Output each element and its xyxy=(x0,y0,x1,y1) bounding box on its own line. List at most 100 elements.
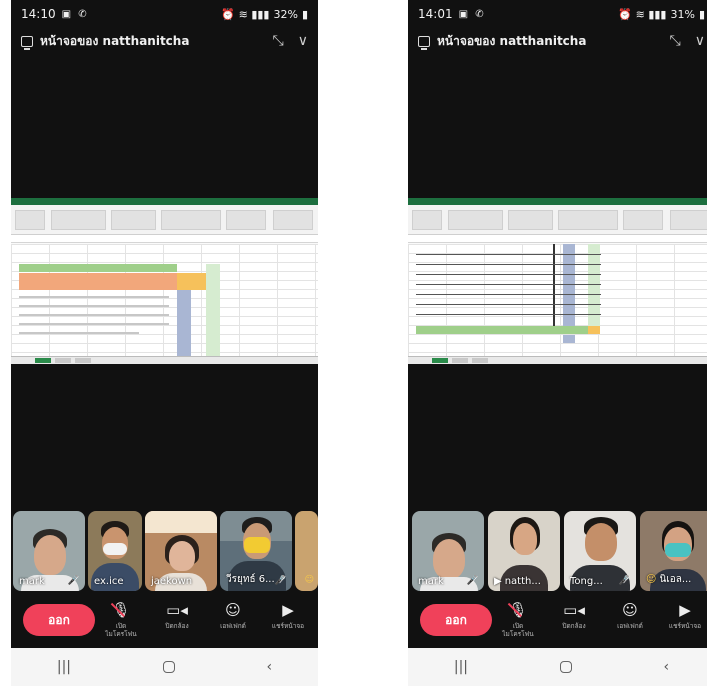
participant-name: Tong... xyxy=(570,576,603,587)
share-screen-icon: ▶ xyxy=(679,601,691,619)
minimize-icon[interactable]: ⤡ xyxy=(273,33,284,49)
video-toggle-button[interactable]: ▭◂ ปิดกล้อง xyxy=(545,600,603,630)
participant-tile[interactable]: jaekown xyxy=(145,511,217,591)
phone-screen-right: 14:01 ▣ ✆ ⏰ ≋ ▮▮▮ 31% ▮ หน้าจอของ nattha… xyxy=(408,0,707,686)
effects-button[interactable]: ☺ เอฟเฟกต์ xyxy=(204,600,262,630)
participant-name: ex.ice xyxy=(94,576,124,587)
mic-label: เปิด ไมโครโฟน xyxy=(502,622,534,638)
participant-tile[interactable]: ex.ice xyxy=(88,511,142,591)
recent-apps-icon[interactable]: ||| xyxy=(454,659,468,675)
video-camera-icon: ▭◂ xyxy=(563,601,585,619)
mic-muted-icon: 🎤̸ xyxy=(274,576,286,586)
participant-name: วีรยุทธ์ 6... xyxy=(226,574,275,585)
participant-tile[interactable]: Tong... 🎤̸ xyxy=(564,511,636,591)
participant-tile-partial[interactable]: ☺ xyxy=(295,511,318,591)
participant-tile[interactable]: ▶ natth... xyxy=(488,511,560,591)
leave-call-button[interactable]: ออก xyxy=(23,604,95,636)
share-screen-icon: ▶ xyxy=(282,601,294,619)
recent-apps-icon[interactable]: ||| xyxy=(57,659,71,675)
mic-toggle-button[interactable]: 🎙 เปิด ไมโครโฟน xyxy=(92,600,150,638)
screen-share-icon xyxy=(418,35,430,50)
back-icon[interactable]: ‹ xyxy=(266,659,272,675)
call-controls: ออก 🎙 เปิด ไมโครโฟน ▭◂ ปิดกล้อง ☺ เอฟเฟก… xyxy=(408,600,707,644)
participant-name: นิเอล... xyxy=(659,574,692,585)
mic-toggle-button[interactable]: 🎙 เปิด ไมโครโฟน xyxy=(489,600,547,638)
screen-share-title: หน้าจอของ natthanitcha xyxy=(40,33,190,48)
participant-name: mark xyxy=(19,576,45,587)
participant-strip: mark 🎤̸ ex.ice jaekown วีรยุทธ์ 6... 🎤̸ … xyxy=(11,511,318,591)
leave-call-button[interactable]: ออก xyxy=(420,604,492,636)
sheet-tabs[interactable] xyxy=(408,356,707,364)
call-controls: ออก 🎙 เปิด ไมโครโฟน ▭◂ ปิดกล้อง ☺ เอฟเฟก… xyxy=(11,600,318,644)
android-nav-bar: ||| ‹ xyxy=(408,648,707,686)
back-icon[interactable]: ‹ xyxy=(663,659,669,675)
formula-bar xyxy=(408,235,707,243)
emoji-reaction-icon: ☺ xyxy=(646,574,657,585)
screen-sharing-icon: ▶ xyxy=(494,576,502,587)
android-nav-bar: ||| ‹ xyxy=(11,648,318,686)
participant-name: mark xyxy=(418,576,444,587)
status-bar: 14:10 ▣ ✆ ⏰ ≋ ▮▮▮ 32% ▮ xyxy=(11,0,318,28)
battery-icon: ▮ xyxy=(698,7,705,21)
home-icon[interactable] xyxy=(162,661,175,673)
screen-share-title: หน้าจอของ natthanitcha xyxy=(437,33,587,48)
participant-name: jaekown xyxy=(151,576,193,587)
status-right: ⏰ ≋ ▮▮▮ 32% ▮ xyxy=(221,8,308,21)
mic-label: เปิด ไมโครโฟน xyxy=(105,622,137,638)
video-toggle-button[interactable]: ▭◂ ปิดกล้อง xyxy=(148,600,206,630)
mic-muted-icon: 🎤̸ xyxy=(618,576,630,586)
status-time: 14:10 xyxy=(21,7,56,21)
effects-label: เอฟเฟกต์ xyxy=(617,622,643,630)
share-label: แชร์หน้าจอ xyxy=(271,622,305,630)
sheet-grid xyxy=(408,244,707,356)
participant-tile[interactable]: mark 🎤̸ xyxy=(412,511,484,591)
screen-share-title-bar: หน้าจอของ natthanitcha ⤡ ∨ xyxy=(408,28,707,54)
excel-ribbon xyxy=(408,205,707,235)
mic-off-icon: 🎙 xyxy=(111,601,131,619)
mic-muted-icon: 🎤̸ xyxy=(466,576,478,586)
status-right: ⏰ ≋ ▮▮▮ 31% ▮ xyxy=(618,8,705,21)
signal-icon: ⏰ ≋ ▮▮▮ xyxy=(618,7,667,21)
excel-tabs xyxy=(408,198,707,205)
sheet-tabs[interactable] xyxy=(11,356,318,364)
share-screen-button[interactable]: ▶ แชร์หน้าจอ xyxy=(259,600,317,630)
chevron-down-icon[interactable]: ∨ xyxy=(695,33,705,49)
battery-percent: 31% xyxy=(670,7,695,21)
shared-spreadsheet[interactable] xyxy=(11,198,318,364)
share-screen-button[interactable]: ▶ แชร์หน้าจอ xyxy=(656,600,707,630)
signal-icon: ⏰ ≋ ▮▮▮ xyxy=(221,7,270,21)
mic-muted-icon: 🎤̸ xyxy=(67,576,79,586)
home-icon[interactable] xyxy=(559,661,572,673)
mic-off-icon: 🎙 xyxy=(508,601,528,619)
participant-tile[interactable]: ☺ นิเอล... xyxy=(640,511,707,591)
share-label: แชร์หน้าจอ xyxy=(668,622,702,630)
effects-button[interactable]: ☺ เอฟเฟกต์ xyxy=(601,600,659,630)
smiley-icon: ☺ xyxy=(225,601,241,619)
participant-tile[interactable]: วีรยุทธ์ 6... 🎤̸ xyxy=(220,511,292,591)
notification-icons: ▣ ✆ xyxy=(61,8,89,20)
video-label: ปิดกล้อง xyxy=(562,622,586,630)
screen-share-title-bar: หน้าจอของ natthanitcha ⤡ ∨ xyxy=(11,28,318,54)
emoji-reaction-icon: ☺ xyxy=(304,575,314,585)
participant-tile[interactable]: mark 🎤̸ xyxy=(13,511,85,591)
phone-screen-left: 14:10 ▣ ✆ ⏰ ≋ ▮▮▮ 32% ▮ หน้าจอของ nattha… xyxy=(11,0,318,686)
status-time: 14:01 xyxy=(418,7,453,21)
video-label: ปิดกล้อง xyxy=(165,622,189,630)
smiley-icon: ☺ xyxy=(622,601,638,619)
shared-spreadsheet[interactable] xyxy=(408,198,707,364)
participant-strip: mark 🎤̸ ▶ natth... Tong... 🎤̸ ☺ นิเอล... xyxy=(408,511,707,591)
excel-tabs xyxy=(11,198,318,205)
formula-bar xyxy=(11,235,318,243)
screenshot-pair: 14:10 ▣ ✆ ⏰ ≋ ▮▮▮ 32% ▮ หน้าจอของ nattha… xyxy=(0,0,707,686)
chevron-down-icon[interactable]: ∨ xyxy=(298,33,308,49)
participant-name: natth... xyxy=(504,576,541,587)
sheet-grid xyxy=(11,244,318,362)
status-bar: 14:01 ▣ ✆ ⏰ ≋ ▮▮▮ 31% ▮ xyxy=(408,0,707,28)
minimize-icon[interactable]: ⤡ xyxy=(670,33,681,49)
video-camera-icon: ▭◂ xyxy=(166,601,188,619)
screen-share-icon xyxy=(21,35,33,50)
battery-icon: ▮ xyxy=(301,7,308,21)
battery-percent: 32% xyxy=(273,7,298,21)
excel-ribbon xyxy=(11,205,318,235)
notification-icons: ▣ ✆ xyxy=(458,8,486,20)
